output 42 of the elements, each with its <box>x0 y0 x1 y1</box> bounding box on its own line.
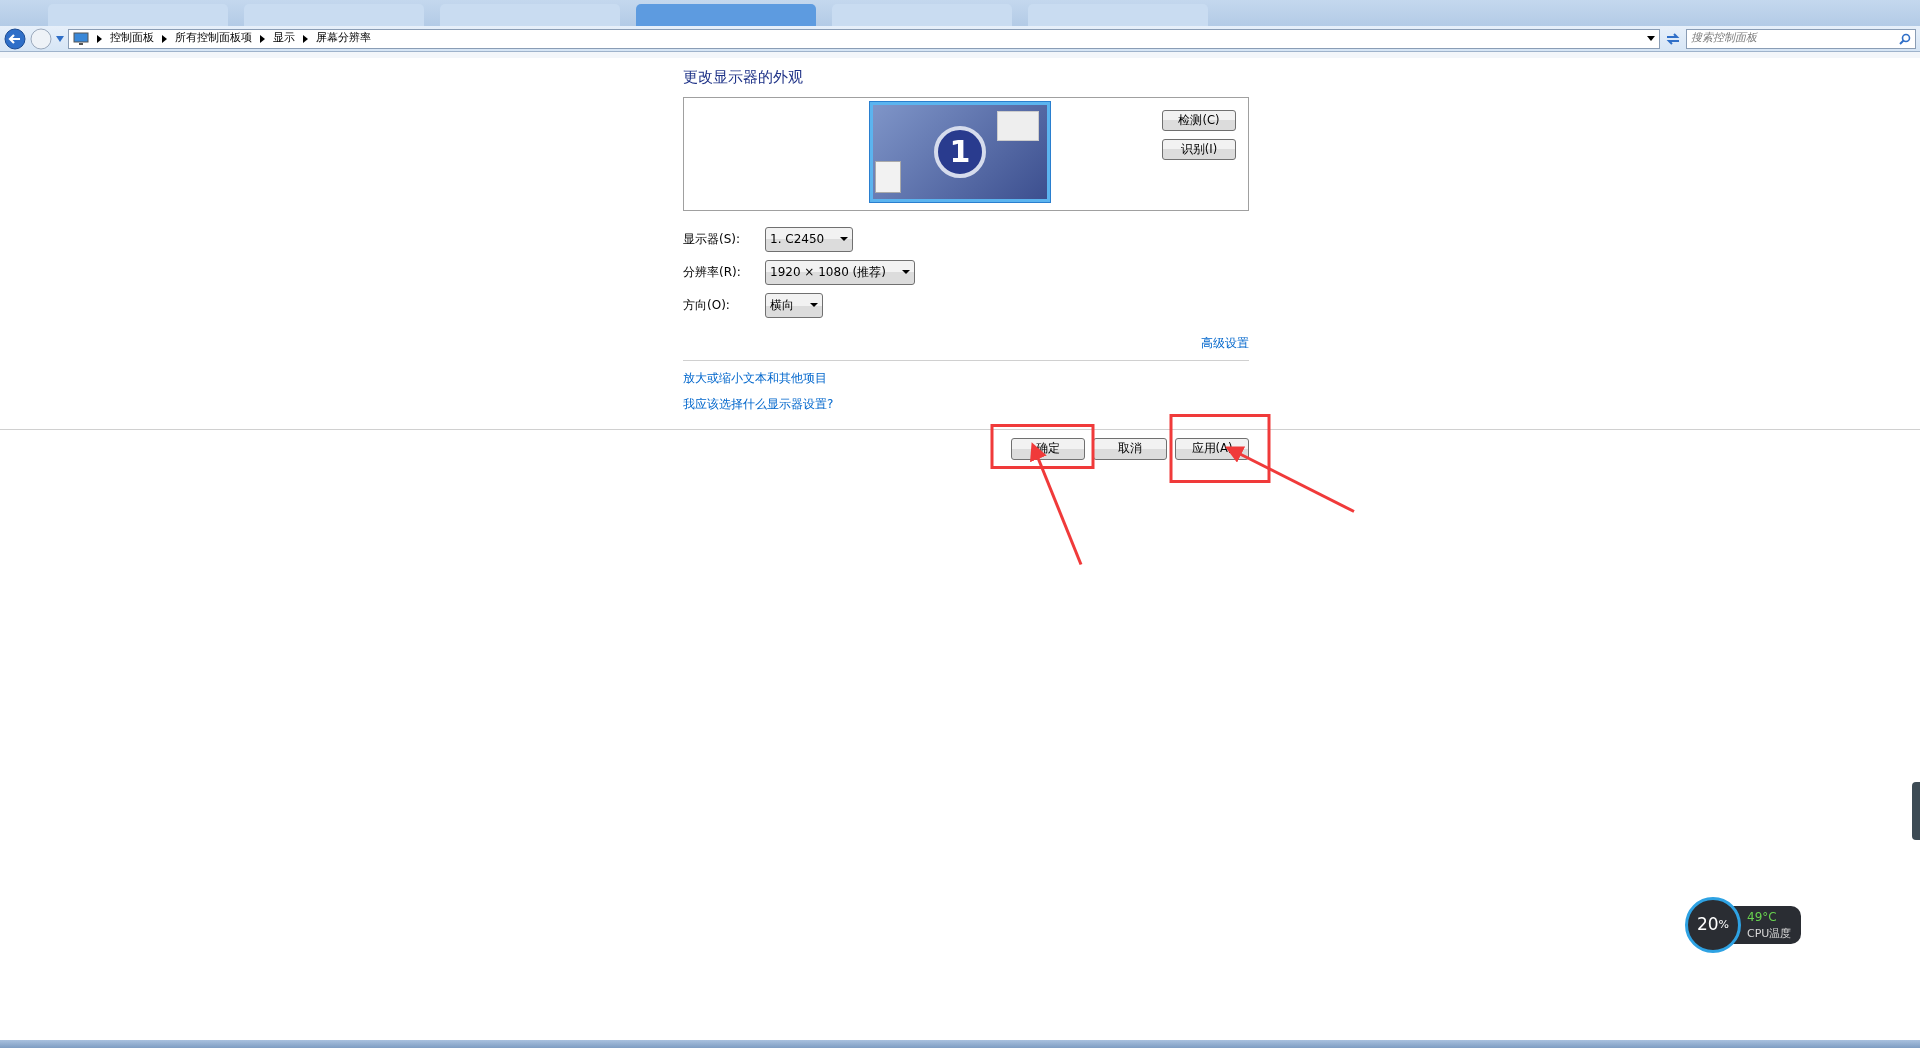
breadcrumb-item[interactable]: 控制面板 <box>110 30 154 47</box>
field-label: 分辨率(R): <box>683 264 742 281</box>
window-thumbnail <box>997 110 1039 141</box>
display-button[interactable]: 识别(I) <box>1162 138 1236 160</box>
section-heading: 更改显示器的外观 <box>683 67 804 88</box>
monitor-tile[interactable]: 1 <box>870 101 1050 202</box>
breadcrumb-item[interactable]: 屏幕分辨率 <box>316 30 371 47</box>
caret-icon <box>901 270 910 274</box>
percent-sign: % <box>1718 916 1730 933</box>
breadcrumb-item[interactable]: 所有控制面板项 <box>175 30 252 47</box>
help-link[interactable]: 我应该选择什么显示器设置? <box>683 396 834 411</box>
search-icon <box>1899 32 1911 45</box>
field-label: 显示器(S): <box>683 231 742 248</box>
chevron-icon[interactable] <box>162 34 167 43</box>
search-placeholder: 搜索控制面板 <box>1691 30 1757 47</box>
chevron-icon[interactable] <box>97 34 102 43</box>
window-thumbnail <box>875 160 901 193</box>
dropdown[interactable]: 1. C2450 <box>765 226 854 252</box>
address-bar[interactable]: 控制面板 所有控制面板项 显示 屏幕分辨率 <box>68 28 1660 49</box>
cpu-caption: CPU温度 <box>1747 926 1792 942</box>
dropdown-value: 1. C2450 <box>770 231 825 248</box>
monitor-icon <box>73 31 89 46</box>
field-label: 方向(O): <box>683 297 731 314</box>
dropdown[interactable]: 1920 × 1080 (推荐) <box>765 259 915 285</box>
chevron-icon[interactable] <box>260 34 265 43</box>
advanced-settings-link[interactable]: 高级设置 <box>1201 333 1249 352</box>
display-button[interactable]: 检测(C) <box>1162 109 1236 131</box>
dropdown-value: 1920 × 1080 (推荐) <box>770 264 886 281</box>
search-field[interactable]: 搜索控制面板 <box>1686 28 1916 49</box>
back-icon[interactable] <box>4 27 26 50</box>
dialog-button[interactable]: 取消 <box>1093 437 1167 460</box>
dropdown-value: 横向 <box>770 297 794 314</box>
breadcrumb-item[interactable]: 显示 <box>273 30 295 47</box>
monitor-number: 1 <box>934 125 986 178</box>
caret-icon <box>840 237 849 241</box>
cpu-temperature: 49°C <box>1747 909 1778 926</box>
cpu-usage: 20 <box>1696 913 1719 937</box>
dropdown-icon[interactable] <box>1647 36 1655 41</box>
caret-icon <box>810 303 818 307</box>
help-link[interactable]: 放大或缩小文本和其他项目 <box>683 370 827 385</box>
dropdown[interactable]: 横向 <box>765 292 823 318</box>
chevron-icon[interactable] <box>303 34 308 43</box>
